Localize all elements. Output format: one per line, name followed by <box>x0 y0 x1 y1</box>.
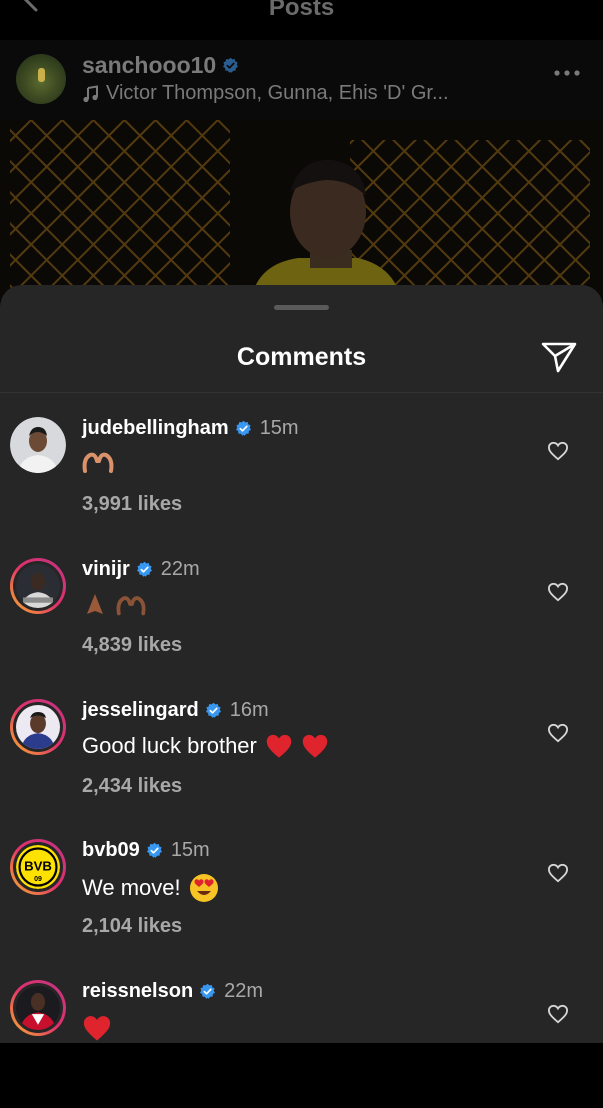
comment-item: reissnelson 22m <box>0 968 603 1108</box>
avatar[interactable] <box>10 558 66 614</box>
comment-timestamp: 15m <box>170 839 210 861</box>
music-label: Victor Thompson, Gunna, Ehis 'D' Gr... <box>106 82 449 104</box>
bvb-logo: BVB 09 <box>16 845 60 889</box>
avatar[interactable] <box>10 980 66 1036</box>
more-options-icon[interactable] <box>553 68 581 78</box>
comment-item: BVB 09 bvb09 15m We move! 2,104 likes <box>0 827 603 967</box>
verified-icon <box>235 420 251 436</box>
verified-icon <box>223 57 239 73</box>
verified-icon <box>136 561 152 577</box>
comment-text: We move! <box>82 873 219 903</box>
comment-username[interactable]: vinijr <box>82 558 130 581</box>
red-heart-emoji <box>83 1016 111 1041</box>
comment-username[interactable]: reissnelson <box>82 980 193 1003</box>
avatar[interactable] <box>10 699 66 755</box>
comment-item: jesselingard 16m Good luck brother 2,434… <box>0 687 603 827</box>
comment-timestamp: 16m <box>229 699 269 721</box>
avatar-image <box>16 705 60 749</box>
post-author-avatar[interactable] <box>16 54 66 104</box>
like-heart-icon[interactable] <box>547 863 569 883</box>
comment-text <box>82 592 146 618</box>
comment-text <box>82 1014 112 1042</box>
comment-timestamp: 15m <box>259 417 299 439</box>
post-author[interactable]: sanchooo10 <box>82 52 239 79</box>
red-heart-emoji <box>302 734 328 758</box>
comment-item: vinijr 22m 4,839 likes <box>0 546 603 686</box>
avatar-image <box>16 564 60 608</box>
verified-icon <box>205 702 221 718</box>
heart-hands-emoji <box>82 452 114 473</box>
comment-text: Good luck brother <box>82 733 329 759</box>
comment-text <box>82 451 114 473</box>
comment-item: judebellingham 15m 3,991 likes <box>0 405 603 545</box>
comment-timestamp: 22m <box>160 558 200 580</box>
post-image[interactable] <box>0 120 603 300</box>
player-photo <box>251 159 401 300</box>
comment-username[interactable]: bvb09 <box>82 839 140 862</box>
comment-likes[interactable]: 3,991 likes <box>82 493 182 516</box>
like-heart-icon[interactable] <box>547 1004 569 1024</box>
avatar[interactable]: BVB 09 <box>10 839 66 895</box>
comment-likes[interactable]: 2,104 likes <box>82 915 182 938</box>
comment-username[interactable]: jesselingard <box>82 699 199 722</box>
heart-hands-emoji <box>116 596 146 616</box>
comment-likes[interactable]: 2,434 likes <box>82 775 182 798</box>
comment-body: We move! <box>82 875 181 900</box>
like-heart-icon[interactable] <box>547 723 569 743</box>
red-heart-emoji <box>266 734 292 758</box>
comment-body: Good luck brother <box>82 733 257 758</box>
top-bar: Posts <box>0 0 603 40</box>
like-heart-icon[interactable] <box>547 582 569 602</box>
comment-likes[interactable]: 4,839 likes <box>82 634 182 657</box>
avatar-image <box>10 417 66 473</box>
bvb-logo-top-text: BVB <box>24 859 52 874</box>
verified-icon <box>146 842 162 858</box>
post-username: sanchooo10 <box>82 52 217 78</box>
music-note-icon <box>83 84 98 102</box>
post-header: sanchooo10 Victor Thompson, Gunna, Ehis … <box>0 40 603 120</box>
comments-title: Comments <box>236 343 367 371</box>
post-music[interactable]: Victor Thompson, Gunna, Ehis 'D' Gr... <box>82 82 449 105</box>
heart-eyes-emoji <box>189 874 218 902</box>
comment-timestamp: 22m <box>224 980 264 1002</box>
bvb-logo-bottom-text: 09 <box>34 876 42 883</box>
comment-username[interactable]: judebellingham <box>82 417 229 440</box>
verified-icon <box>200 983 216 999</box>
share-icon[interactable] <box>541 341 577 373</box>
like-heart-icon[interactable] <box>547 441 569 461</box>
sheet-grabber[interactable] <box>274 305 329 310</box>
sheet-divider <box>0 392 603 393</box>
folded-hands-emoji <box>87 594 103 614</box>
avatar-image <box>16 986 60 1030</box>
comments-sheet: Comments judebellingham 15m 3,991 likes … <box>0 285 603 1043</box>
page-title: Posts <box>268 0 335 21</box>
avatar[interactable] <box>10 417 66 473</box>
